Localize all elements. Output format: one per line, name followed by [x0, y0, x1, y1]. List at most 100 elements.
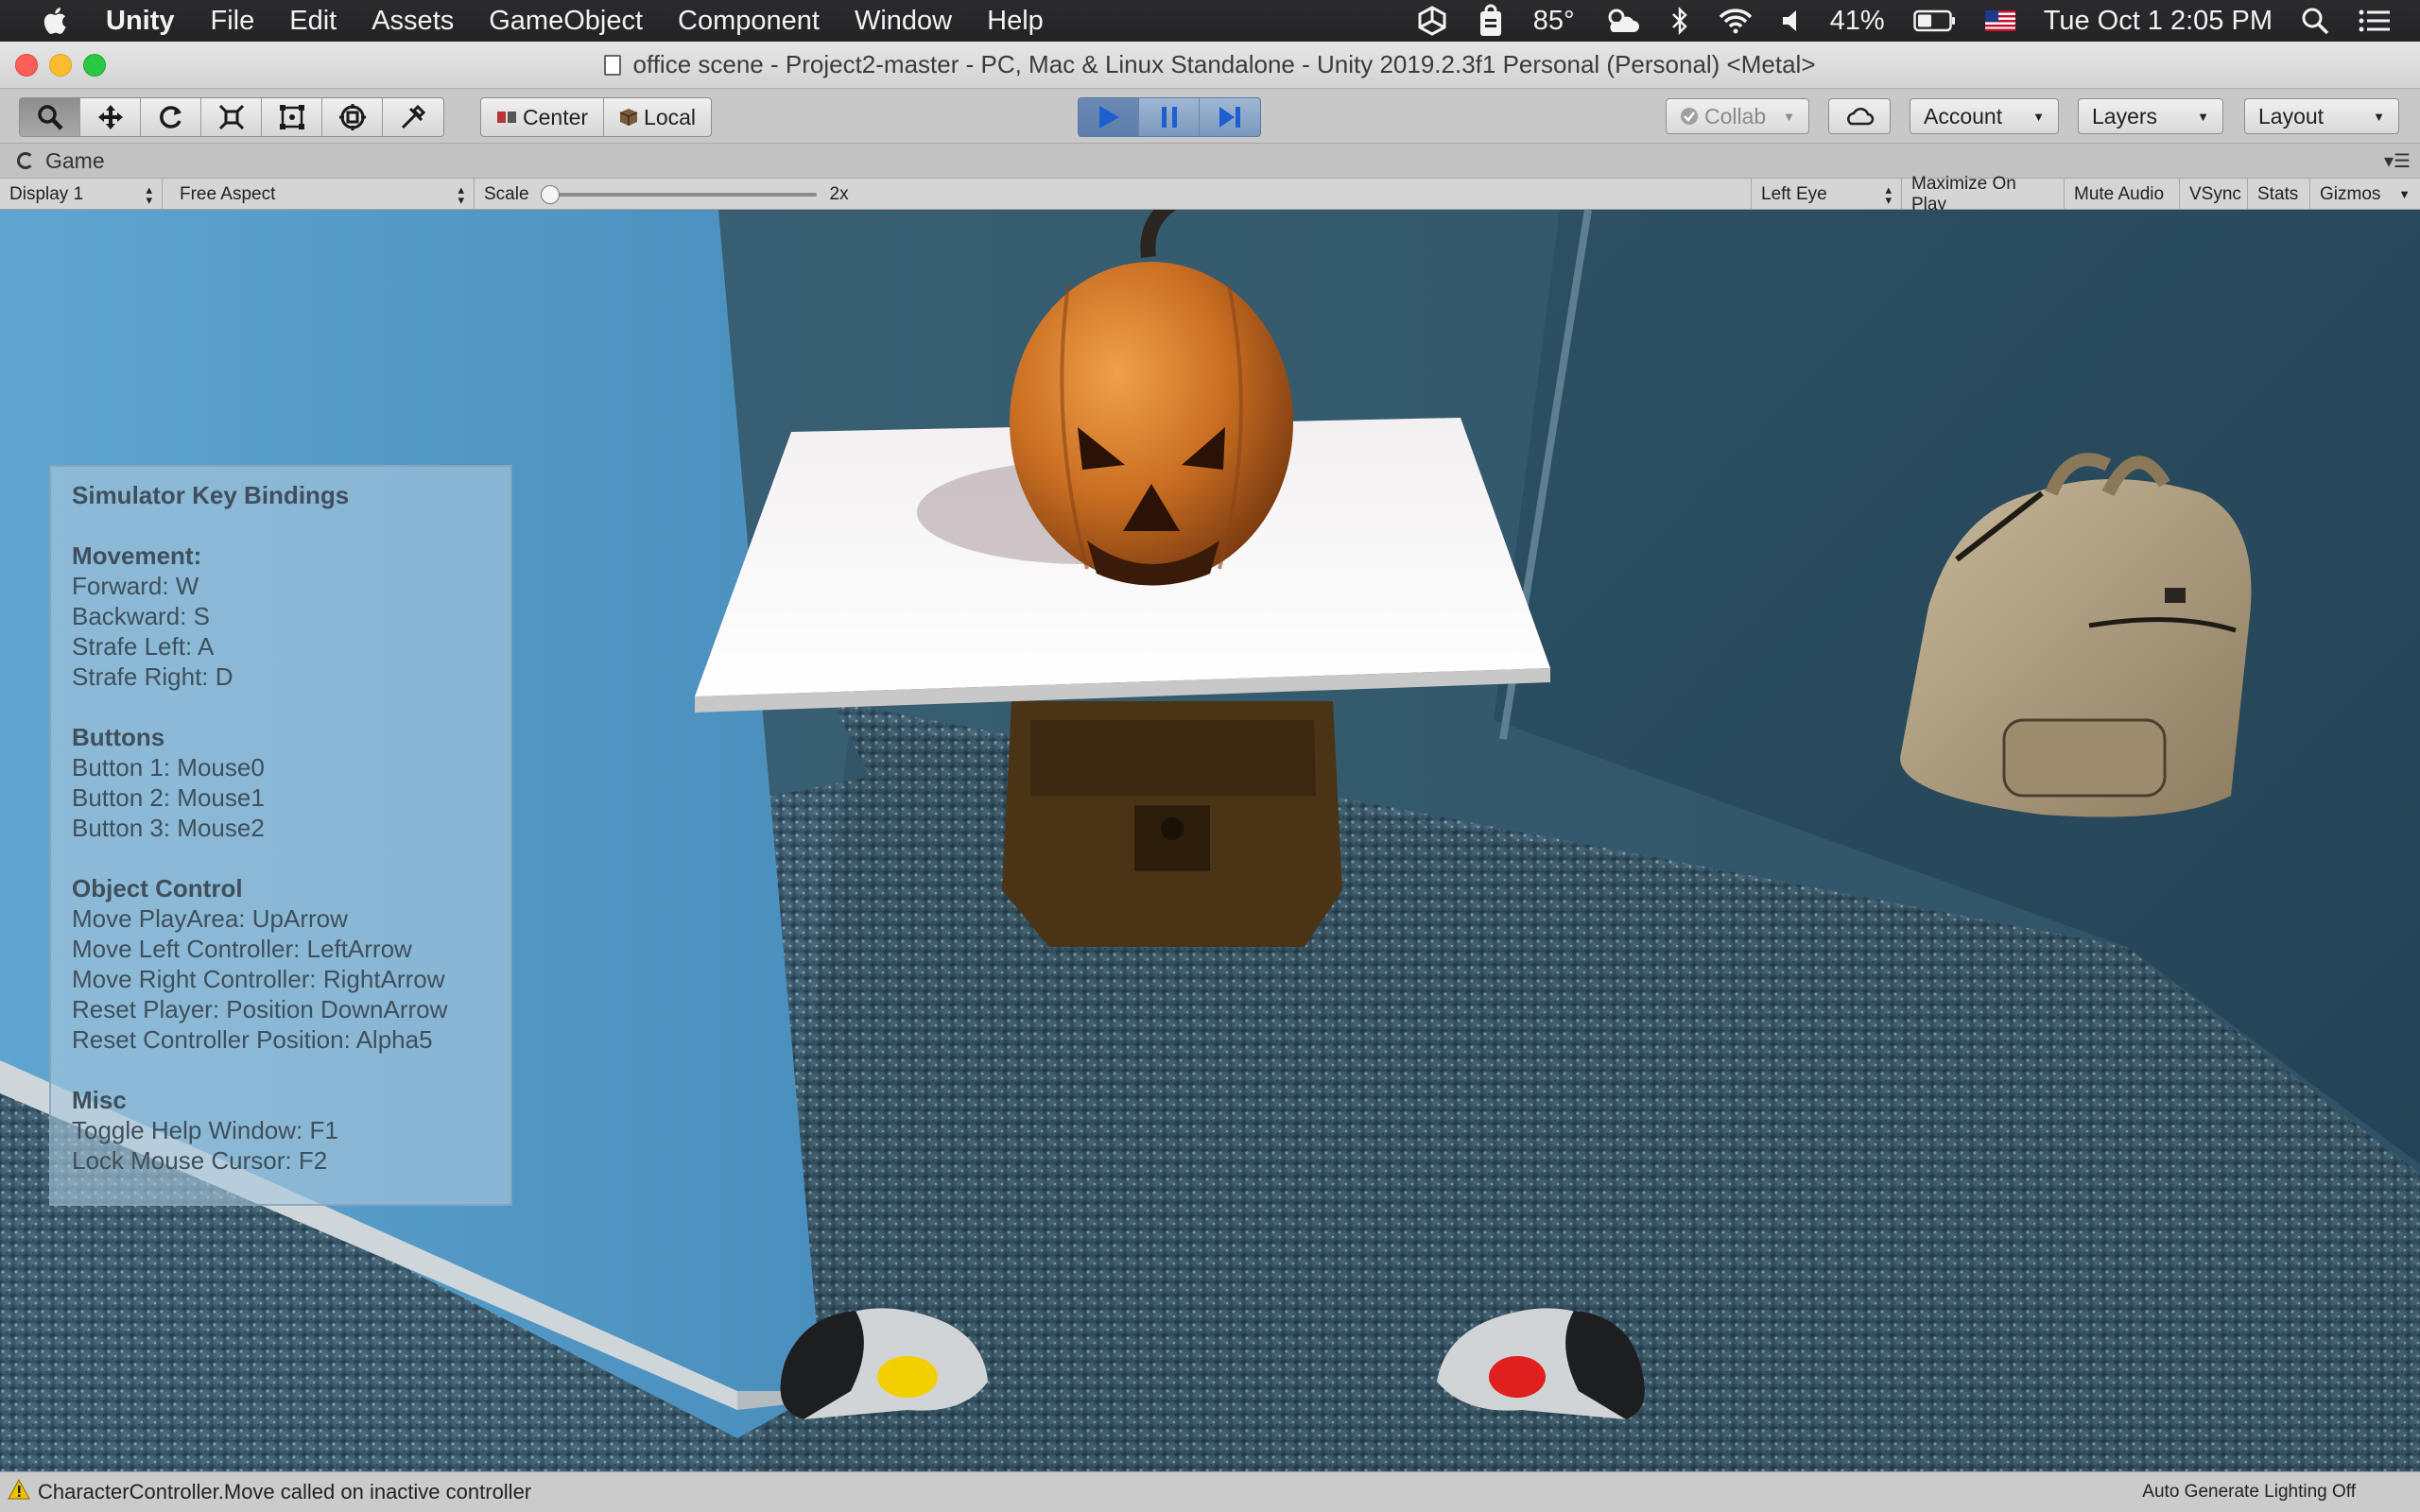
pivot-center-label: Center	[523, 104, 589, 129]
help-line: Reset Controller Position: Alpha5	[72, 1025, 433, 1054]
menu-help[interactable]: Help	[987, 6, 1044, 37]
us-flag-input-icon[interactable]	[1984, 10, 2015, 31]
unity-hub-icon[interactable]	[1416, 5, 1448, 37]
help-line: Move PlayArea: UpArrow	[72, 904, 348, 933]
battery-percentage[interactable]: 41%	[1830, 6, 1885, 37]
display-select[interactable]: Display 1 ▴ ▾	[0, 179, 163, 210]
transform-tool-icon[interactable]	[322, 98, 383, 136]
weather-partly-cloudy-icon[interactable]	[1603, 6, 1641, 36]
unity-toolbar: Center Local Collab ▼ Account ▼ Layers ▼…	[0, 89, 2420, 144]
aspect-select-value: Free Aspect	[180, 183, 276, 204]
updown-arrows-icon: ▴ ▾	[1885, 181, 1892, 207]
chevron-down-icon: ▼	[1783, 109, 1795, 124]
wifi-icon[interactable]	[1719, 8, 1753, 34]
window-title-bar: office scene - Project2-master - PC, Mac…	[0, 42, 2420, 89]
vsync-label: VSync	[2189, 183, 2241, 204]
clock-datetime[interactable]: Tue Oct 1 2:05 PM	[2044, 6, 2273, 37]
chevron-down-icon: ▼	[2398, 187, 2411, 201]
step-icon[interactable]	[1200, 98, 1260, 136]
macos-menu-bar: Unity File Edit Assets GameObject Compon…	[0, 0, 2420, 42]
chevron-down-icon: ▼	[2032, 109, 2045, 124]
menu-file[interactable]: File	[211, 6, 255, 37]
help-section-misc: Misc Toggle Help Window: F1 Lock Mouse C…	[72, 1085, 490, 1176]
game-view-icon	[17, 152, 34, 169]
battery-icon[interactable]	[1912, 9, 1957, 32]
display-select-value: Display 1	[9, 183, 84, 204]
help-section-buttons: Buttons Button 1: Mouse0 Button 2: Mouse…	[72, 722, 490, 843]
chevron-down-icon: ▼	[2197, 109, 2209, 124]
menu-assets[interactable]: Assets	[372, 6, 454, 37]
account-dropdown[interactable]: Account ▼	[1910, 98, 2059, 134]
pivot-local-button[interactable]: Local	[604, 98, 711, 136]
help-line: Forward: W	[72, 572, 199, 600]
layers-label: Layers	[2092, 103, 2158, 129]
tab-options-menu-icon[interactable]: ▾☰	[2384, 149, 2411, 173]
pivot-toggle-group: Center Local	[480, 97, 713, 137]
collab-dropdown[interactable]: Collab ▼	[1666, 98, 1809, 134]
aspect-select[interactable]: Free Aspect ▴ ▾	[170, 179, 475, 210]
menu-component[interactable]: Component	[678, 6, 820, 37]
tab-game[interactable]: Game	[17, 148, 105, 174]
help-line: Button 2: Mouse1	[72, 783, 265, 812]
window-minimize-button[interactable]	[49, 54, 72, 77]
play-icon[interactable]	[1079, 98, 1139, 136]
help-line: Move Right Controller: RightArrow	[72, 965, 445, 993]
maximize-on-play-label: Maximize On Play	[1911, 173, 2016, 215]
window-close-button[interactable]	[15, 54, 38, 77]
volume-icon[interactable]	[1781, 8, 1802, 34]
console-last-message[interactable]: CharacterController.Move called on inact…	[38, 1480, 531, 1504]
lighting-status: Auto Generate Lighting Off	[2142, 1482, 2356, 1502]
updown-arrows-icon: ▴ ▾	[146, 181, 152, 207]
scale-value: 2x	[829, 183, 849, 204]
scale-slider[interactable]	[540, 184, 817, 204]
help-line: Button 3: Mouse2	[72, 814, 265, 842]
mute-audio-toggle[interactable]: Mute Audio	[2065, 179, 2180, 210]
pause-icon[interactable]	[1139, 98, 1200, 136]
pivot-center-button[interactable]: Center	[481, 98, 605, 136]
bluetooth-icon[interactable]	[1669, 6, 1690, 36]
layout-dropdown[interactable]: Layout ▼	[2244, 98, 2399, 134]
help-section-heading: Buttons	[72, 723, 165, 751]
game-viewport[interactable]: Simulator Key Bindings Movement: Forward…	[0, 210, 2420, 1471]
eye-select[interactable]: Left Eye ▴ ▾	[1751, 179, 1902, 210]
maximize-on-play-toggle[interactable]: Maximize On Play	[1902, 174, 2065, 215]
play-controls-group	[1078, 97, 1261, 137]
window-zoom-button[interactable]	[83, 54, 106, 77]
scale-slider-handle[interactable]	[540, 184, 560, 204]
custom-tool-icon[interactable]	[383, 98, 443, 136]
menu-edit[interactable]: Edit	[289, 6, 337, 37]
updown-arrows-icon: ▴ ▾	[458, 181, 464, 207]
weather-temperature[interactable]: 85°	[1533, 6, 1575, 37]
window-title: office scene - Project2-master - PC, Mac…	[632, 50, 1816, 78]
help-line: Button 1: Mouse0	[72, 753, 265, 782]
gizmos-label: Gizmos	[2320, 183, 2381, 204]
menu-gameobject[interactable]: GameObject	[489, 6, 643, 37]
help-section-object-control: Object Control Move PlayArea: UpArrow Mo…	[72, 873, 490, 1055]
cloud-services-button[interactable]	[1828, 98, 1891, 134]
vsync-toggle[interactable]: VSync	[2180, 179, 2248, 210]
scale-tool-icon[interactable]	[201, 98, 262, 136]
spotlight-search-icon[interactable]	[2301, 7, 2329, 35]
game-view-tab-bar: Game ▾☰	[0, 144, 2420, 178]
rect-tool-icon[interactable]	[262, 98, 322, 136]
hand-tool-icon[interactable]	[20, 98, 80, 136]
script-icon[interactable]	[1477, 4, 1505, 38]
rotate-tool-icon[interactable]	[141, 98, 201, 136]
help-section-heading: Misc	[72, 1086, 127, 1114]
apple-logo-icon[interactable]	[36, 3, 72, 39]
gizmos-dropdown[interactable]: Gizmos ▼	[2310, 179, 2420, 210]
move-tool-icon[interactable]	[80, 98, 141, 136]
help-line: Strafe Right: D	[72, 662, 233, 691]
menu-window[interactable]: Window	[855, 6, 952, 37]
chevron-down-icon: ▼	[2373, 109, 2385, 124]
console-status-bar[interactable]: CharacterController.Move called on inact…	[0, 1471, 2420, 1512]
pivot-local-label: Local	[644, 104, 697, 129]
help-line: Reset Player: Position DownArrow	[72, 995, 448, 1023]
stats-toggle[interactable]: Stats	[2248, 179, 2310, 210]
layout-label: Layout	[2258, 103, 2325, 129]
cloud-icon	[1847, 108, 1875, 126]
notification-center-icon[interactable]	[2358, 8, 2392, 34]
layers-dropdown[interactable]: Layers ▼	[2078, 98, 2223, 134]
app-name-menu[interactable]: Unity	[106, 6, 175, 37]
help-line: Lock Mouse Cursor: F2	[72, 1146, 328, 1175]
